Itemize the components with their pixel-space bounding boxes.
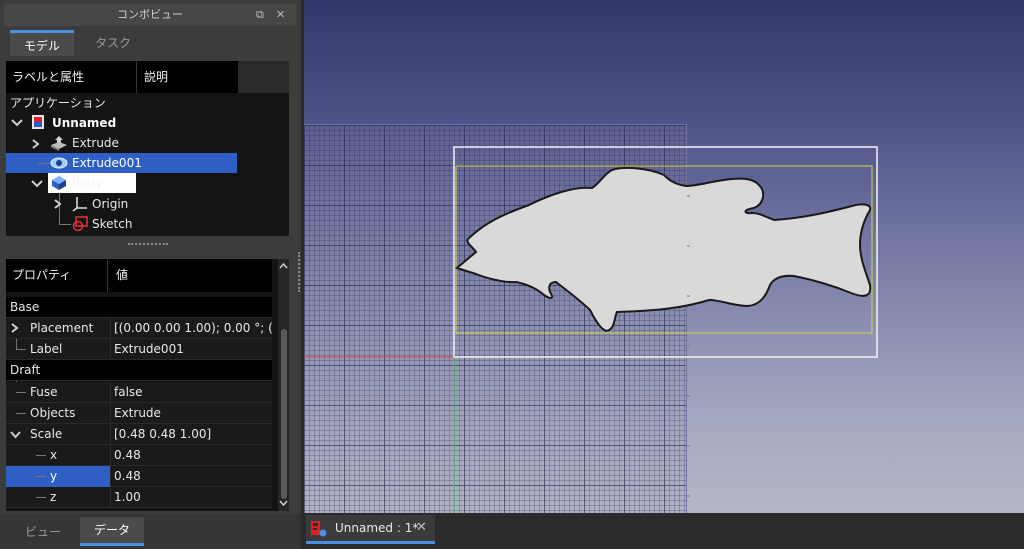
property-row-placement[interactable]: Placement [(0.00 0.00 1.00); 0.00 °; (0.… (6, 318, 272, 339)
property-value[interactable]: false (110, 382, 272, 403)
group-label: Draft (10, 363, 41, 377)
tree-item-body[interactable]: Body (72, 173, 102, 193)
property-value[interactable]: [0.48 0.48 1.00] (110, 424, 272, 445)
close-icon[interactable]: ✕ (276, 4, 285, 26)
scroll-down-icon[interactable] (279, 500, 288, 507)
float-icon[interactable]: ⧉ (256, 4, 264, 26)
tab-data[interactable]: データ (80, 517, 144, 546)
combo-view-title-bar: コンボビュー ⧉ ✕ (4, 4, 296, 26)
tree-item-extrude001[interactable]: Extrude001 (72, 153, 142, 173)
property-header: プロパティ 値 (6, 259, 272, 292)
property-row-objects[interactable]: Objects Extrude (6, 403, 272, 424)
property-name: Placement (30, 321, 94, 335)
tree-connector (16, 349, 26, 350)
tree-header: ラベルと属性 説明 (6, 61, 289, 93)
viewport-scene (304, 146, 878, 513)
property-name: z (50, 490, 57, 504)
property-header-name[interactable]: プロパティ (12, 259, 71, 292)
combo-view-title: コンボビュー (117, 8, 183, 21)
tree-item-origin[interactable]: Origin (92, 194, 128, 214)
property-row-scale-z[interactable]: z 1.00 (6, 487, 272, 508)
expand-arrow-icon[interactable] (30, 138, 42, 150)
property-row-scale-y[interactable]: y 0.48 (6, 466, 272, 487)
property-scrollbar[interactable] (278, 259, 289, 511)
property-group-base[interactable]: Base (6, 297, 272, 318)
tree-connector (36, 455, 46, 456)
expand-arrow-icon[interactable] (10, 323, 20, 334)
tree-item-unnamed[interactable]: Unnamed (52, 113, 116, 133)
property-name: y (50, 469, 58, 483)
tree-connector (16, 339, 17, 349)
property-value[interactable]: Extrude (110, 403, 272, 424)
property-name: x (50, 448, 58, 462)
tab-view[interactable]: ビュー (10, 519, 76, 545)
collapse-arrow-icon[interactable] (10, 117, 24, 129)
axis-icon (72, 197, 87, 212)
close-icon[interactable]: ✕ (416, 515, 427, 541)
property-value[interactable]: 0.48 (110, 466, 272, 487)
tree-header-description[interactable]: 説明 (144, 61, 168, 93)
property-value[interactable]: [(0.00 0.00 1.00); 0.00 °; (0.0... (110, 318, 272, 339)
document-tab-label: Unnamed : 1* (335, 521, 419, 535)
tree-connector (16, 413, 26, 414)
property-row-fuse[interactable]: Fuse false (6, 382, 272, 403)
extrude-icon (51, 136, 67, 151)
property-view-tabs: ビュー データ (0, 514, 301, 549)
property-header-value[interactable]: 値 (116, 259, 128, 292)
tree-connector (59, 224, 71, 225)
tree-connector (36, 476, 46, 477)
fish-shape (454, 166, 872, 332)
tab-model[interactable]: モデル (10, 30, 74, 56)
group-label: Base (10, 300, 40, 314)
property-value[interactable]: 1.00 (110, 487, 272, 508)
scroll-up-icon[interactable] (279, 262, 288, 269)
property-group-draft[interactable]: Draft (6, 360, 272, 381)
3d-viewport[interactable] (304, 0, 1024, 513)
property-row-scale[interactable]: Scale [0.48 0.48 1.00] (6, 424, 272, 445)
row-selection-highlight (6, 466, 110, 487)
tree-connector (16, 392, 26, 393)
property-view: プロパティ 値 Base Placement [(0.00 0.00 1.00)… (6, 259, 289, 511)
tree-item-sketch[interactable]: Sketch (92, 214, 132, 234)
sketch-icon (72, 216, 88, 232)
property-name: Label (30, 342, 63, 356)
property-name: Fuse (30, 385, 58, 399)
tree-header-label[interactable]: ラベルと属性 (12, 61, 84, 93)
property-row-scale-x[interactable]: x 0.48 (6, 445, 272, 466)
property-row-label[interactable]: Label Extrude001 (6, 339, 272, 360)
combo-view-panel: コンボビュー ⧉ ✕ モデル タスク ラベルと属性 説明 アプリケーション Un… (0, 0, 301, 549)
tab-task[interactable]: タスク (78, 30, 148, 56)
property-name: Objects (30, 406, 76, 420)
scroll-thumb[interactable] (281, 329, 287, 499)
tree-root-label: アプリケーション (10, 96, 106, 110)
model-tree: ラベルと属性 説明 アプリケーション Unnamed Extrude Extru… (6, 61, 289, 236)
collapse-arrow-icon[interactable] (30, 178, 44, 190)
document-icon (32, 115, 44, 129)
property-value[interactable]: 0.48 (110, 445, 272, 466)
property-name: Scale (30, 427, 63, 441)
tree-connector (38, 163, 50, 164)
document-tab-unnamed[interactable]: Unnamed : 1* ✕ (306, 515, 435, 544)
document-tab-bar: Unnamed : 1* ✕ (304, 513, 1024, 549)
panel-splitter[interactable] (128, 243, 168, 247)
eye-icon (50, 157, 68, 169)
combo-tabbar: モデル タスク (4, 28, 296, 56)
property-value[interactable]: Extrude001 (110, 339, 272, 360)
freecad-logo-icon (311, 521, 327, 537)
collapse-arrow-icon[interactable] (10, 430, 21, 439)
expand-arrow-icon[interactable] (52, 198, 64, 210)
tree-item-extrude[interactable]: Extrude (72, 133, 119, 153)
tree-connector (36, 497, 46, 498)
panel-resize-handle[interactable] (298, 252, 300, 292)
body-icon (52, 176, 66, 190)
